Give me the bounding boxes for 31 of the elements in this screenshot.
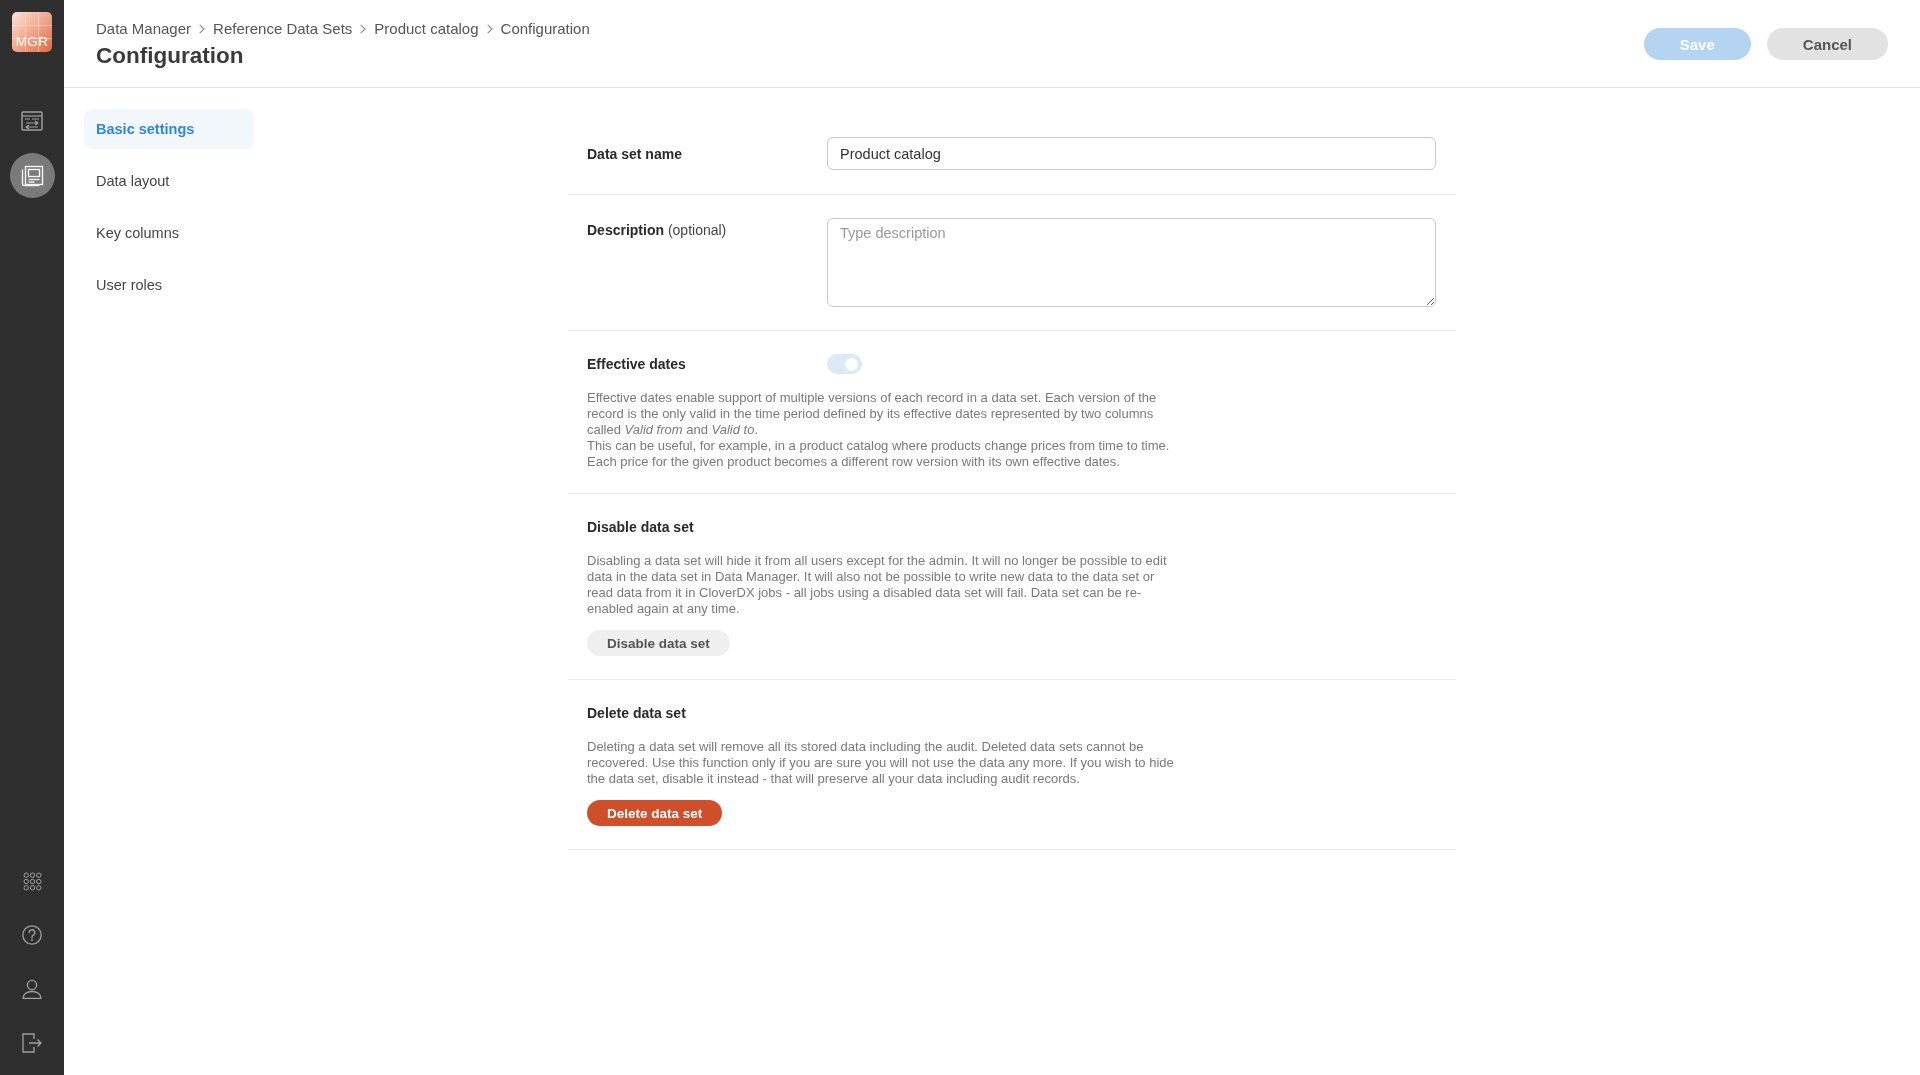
cancel-button[interactable]: Cancel (1766, 28, 1888, 60)
help-text: Effective dates enable support of multiple versions of each record in a data set. Each version of the record is the only valid in the time period defined by its effective dates represented by two columns called Valid from and Valid to. (587, 390, 1158, 438)
table-arrows-icon[interactable] (21, 110, 43, 131)
field-label: Data set name (587, 144, 683, 164)
breadcrumb-current: Configuration (500, 19, 590, 39)
disable-button[interactable]: Disable data set (587, 630, 730, 656)
chevron-right-icon (486, 24, 493, 34)
settings-nav-item[interactable]: User roles (84, 265, 254, 305)
help-text: Deleting a data set will remove all its stored data including the audit. Deleted data sets cannot be recovered. Use this function only if you are sure you will not use the data any more. If you wish to hide the data set, disable it instead - that will preserve all your data including audit records. (587, 739, 1175, 787)
logout-icon[interactable] (22, 1033, 42, 1053)
chevron-right-icon (199, 24, 206, 34)
help-text: Disabling a data set will hide it from all users except for the admin. It will no longer be possible to edit data in the data set in Data Manager. It will also not be possible to write new data to the data set or read data from it in CloverDX jobs - all jobs using a disabled data set will fail. Data set can be re-enabled again at any time. (587, 553, 1168, 617)
settings-nav-item[interactable]: Data layout (84, 161, 254, 201)
document-icon[interactable] (9, 153, 55, 198)
page-title: Configuration (96, 42, 245, 70)
name-input[interactable]: Product catalog (827, 137, 1436, 170)
chevron-right-icon (360, 24, 367, 34)
help-icon[interactable] (22, 925, 42, 945)
breadcrumb-link[interactable]: Reference Data Sets (213, 19, 353, 39)
section-title: Effective dates (587, 355, 687, 374)
section-title: Delete data set (587, 704, 687, 723)
breadcrumb-link[interactable]: Data Manager (96, 19, 192, 39)
section-title: Disable data set (587, 518, 695, 537)
delete-button[interactable]: Delete data set (587, 800, 723, 826)
description-textarea[interactable]: Type description (827, 218, 1436, 307)
user-icon[interactable] (22, 979, 42, 999)
help-text: This can be useful, for example, in a product catalog where products change prices from time to time. Each price for the given product becomes a different row version with its own effective dates. (587, 438, 1171, 470)
settings-nav-item[interactable]: Key columns (84, 213, 254, 253)
field-label: Description (optional) (587, 221, 728, 240)
breadcrumb-link[interactable]: Product catalog (374, 19, 479, 39)
apps-grid-icon[interactable] (22, 871, 42, 891)
